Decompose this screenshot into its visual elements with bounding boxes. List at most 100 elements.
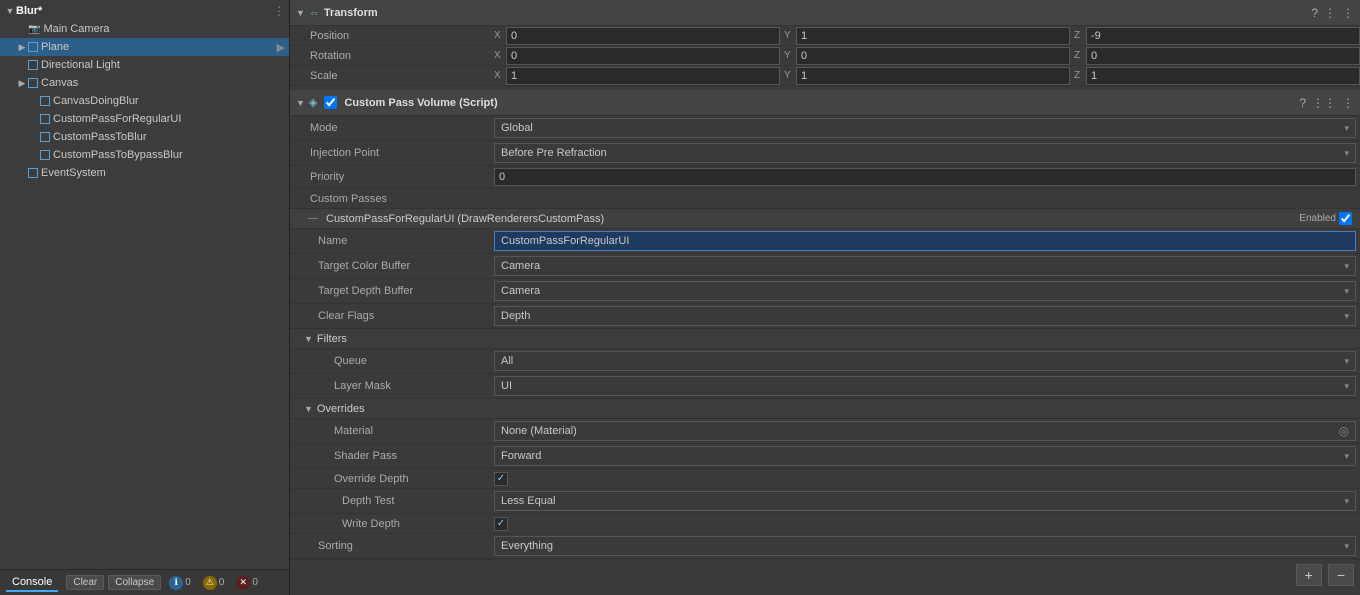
injection-label: Injection Point bbox=[290, 145, 490, 161]
cpr-arrow bbox=[28, 114, 40, 124]
shader-pass-chevron: ▾ bbox=[1344, 451, 1349, 462]
add-pass-button[interactable]: + bbox=[1296, 564, 1322, 586]
target-color-dropdown[interactable]: Camera ▾ bbox=[494, 256, 1356, 276]
collapse-button[interactable]: Collapse bbox=[108, 575, 161, 590]
depth-test-label: Depth Test bbox=[290, 493, 490, 509]
tree-item-main-camera[interactable]: 📷 Main Camera bbox=[0, 20, 289, 38]
cdb-icon bbox=[40, 96, 50, 106]
tree-item-event-system[interactable]: EventSystem bbox=[0, 164, 289, 182]
depth-test-dropdown[interactable]: Less Equal ▾ bbox=[494, 491, 1356, 511]
transform-help-icon[interactable]: ? bbox=[1311, 6, 1318, 20]
cpv-settings-icon[interactable]: ⋮⋮ bbox=[1312, 96, 1336, 110]
sorting-dropdown[interactable]: Everything ▾ bbox=[494, 536, 1356, 556]
rotation-y-input[interactable] bbox=[796, 47, 1070, 65]
rot-y-label: Y bbox=[780, 50, 796, 61]
transform-icon: ⇔ bbox=[309, 7, 320, 19]
scale-x-label: X bbox=[490, 70, 506, 81]
tree-item-directional-light[interactable]: Directional Light bbox=[0, 56, 289, 74]
camera-icon: 📷 bbox=[28, 24, 40, 35]
mode-row: Mode Global ▾ bbox=[290, 116, 1360, 141]
root-kebab[interactable]: ⋮ bbox=[273, 4, 285, 18]
priority-value bbox=[490, 166, 1360, 188]
root-arrow: ▼ bbox=[4, 6, 16, 16]
cpv-section-header[interactable]: ▼ ◈ Custom Pass Volume (Script) ? ⋮⋮ ⋮ bbox=[290, 90, 1360, 116]
cpb-arrow bbox=[28, 132, 40, 142]
rotation-label: Rotation bbox=[290, 48, 490, 64]
transform-settings-icon[interactable]: ⋮ bbox=[1324, 6, 1336, 20]
mode-dropdown[interactable]: Global ▾ bbox=[494, 118, 1356, 138]
override-depth-label: Override Depth bbox=[290, 471, 490, 487]
priority-input[interactable] bbox=[494, 168, 1356, 186]
transform-section-header[interactable]: ▼ ⇔ Transform ? ⋮ ⋮ bbox=[290, 0, 1360, 26]
cpv-enabled-checkbox[interactable] bbox=[324, 96, 337, 109]
hierarchy-panel: ▼ Blur* ⋮ 📷 Main Camera ▶ Plane ▶ bbox=[0, 0, 290, 595]
pos-z-label: Z bbox=[1070, 30, 1086, 41]
rotation-y-field: Y bbox=[780, 47, 1070, 65]
material-field[interactable]: None (Material) ◎ bbox=[494, 421, 1356, 441]
pass-name-input[interactable] bbox=[494, 231, 1356, 251]
position-x-input[interactable] bbox=[506, 27, 780, 45]
tree-item-canvas-doing-blur[interactable]: CanvasDoingBlur bbox=[0, 92, 289, 110]
clear-flags-dropdown[interactable]: Depth ▾ bbox=[494, 306, 1356, 326]
pass-name-value bbox=[490, 229, 1360, 253]
transform-kebab-icon[interactable]: ⋮ bbox=[1342, 6, 1354, 20]
tree-item-plane[interactable]: ▶ Plane ▶ bbox=[0, 38, 289, 56]
filters-header[interactable]: ▼ Filters bbox=[290, 329, 1360, 349]
clear-flags-row: Clear Flags Depth ▾ bbox=[290, 304, 1360, 329]
scale-z-label: Z bbox=[1070, 70, 1086, 81]
custom-passes-label: Custom Passes bbox=[290, 191, 490, 207]
pass-title: CustomPassForRegularUI (DrawRenderersCus… bbox=[326, 213, 604, 225]
override-depth-checkbox[interactable]: ✓ bbox=[494, 472, 508, 486]
bottom-actions: + − bbox=[290, 559, 1360, 590]
queue-dropdown[interactable]: All ▾ bbox=[494, 351, 1356, 371]
light-label: Directional Light bbox=[41, 59, 120, 71]
filters-arrow: ▼ bbox=[304, 334, 313, 344]
cpb-label: CustomPassToBlur bbox=[53, 131, 147, 143]
camera-arrow bbox=[16, 24, 28, 34]
tree-item-custom-pass-regular[interactable]: CustomPassForRegularUI bbox=[0, 110, 289, 128]
scale-x-input[interactable] bbox=[506, 67, 780, 85]
target-depth-row: Target Depth Buffer Camera ▾ bbox=[290, 279, 1360, 304]
canvas-label: Canvas bbox=[41, 77, 78, 89]
es-icon bbox=[28, 168, 38, 178]
tree-item-custom-pass-blur[interactable]: CustomPassToBlur bbox=[0, 128, 289, 146]
cpv-actions: ? ⋮⋮ ⋮ bbox=[1299, 96, 1354, 110]
write-depth-checkbox[interactable]: ✓ bbox=[494, 517, 508, 531]
target-depth-dropdown[interactable]: Camera ▾ bbox=[494, 281, 1356, 301]
scale-y-input[interactable] bbox=[796, 67, 1070, 85]
rot-z-label: Z bbox=[1070, 50, 1086, 61]
rotation-z-input[interactable] bbox=[1086, 47, 1360, 65]
camera-label: Main Camera bbox=[43, 23, 109, 35]
position-x-field: X bbox=[490, 27, 780, 45]
hierarchy-tree: ▼ Blur* ⋮ 📷 Main Camera ▶ Plane ▶ bbox=[0, 0, 289, 569]
clear-button[interactable]: Clear bbox=[66, 575, 104, 590]
position-y-input[interactable] bbox=[796, 27, 1070, 45]
info-icon: ℹ bbox=[169, 576, 183, 590]
pass-enabled-checkbox[interactable] bbox=[1339, 212, 1352, 225]
error-count: ✕ 0 bbox=[232, 576, 262, 590]
scale-z-input[interactable] bbox=[1086, 67, 1360, 85]
target-color-chevron: ▾ bbox=[1344, 261, 1349, 272]
position-label: Position bbox=[290, 28, 490, 44]
material-select-icon[interactable]: ◎ bbox=[1339, 424, 1349, 438]
priority-label: Priority bbox=[290, 169, 490, 185]
custom-passes-row: Custom Passes bbox=[290, 189, 1360, 209]
cpv-kebab-icon[interactable]: ⋮ bbox=[1342, 96, 1354, 110]
remove-pass-button[interactable]: − bbox=[1328, 564, 1354, 586]
hierarchy-root[interactable]: ▼ Blur* ⋮ bbox=[0, 2, 289, 20]
overrides-header[interactable]: ▼ Overrides bbox=[290, 399, 1360, 419]
layer-mask-dropdown[interactable]: UI ▾ bbox=[494, 376, 1356, 396]
cdb-label: CanvasDoingBlur bbox=[53, 95, 139, 107]
sorting-row: Sorting Everything ▾ bbox=[290, 534, 1360, 559]
shader-pass-dropdown[interactable]: Forward ▾ bbox=[494, 446, 1356, 466]
position-z-input[interactable] bbox=[1086, 27, 1360, 45]
injection-dropdown[interactable]: Before Pre Refraction ▾ bbox=[494, 143, 1356, 163]
tree-item-canvas[interactable]: ▶ Canvas bbox=[0, 74, 289, 92]
position-y-field: Y bbox=[780, 27, 1070, 45]
material-label: Material bbox=[290, 423, 490, 439]
rotation-x-input[interactable] bbox=[506, 47, 780, 65]
cpv-help-icon[interactable]: ? bbox=[1299, 96, 1306, 110]
console-tab[interactable]: Console bbox=[6, 574, 58, 592]
cpby-arrow bbox=[28, 150, 40, 160]
tree-item-custom-pass-bypass[interactable]: CustomPassToBypassBlur bbox=[0, 146, 289, 164]
